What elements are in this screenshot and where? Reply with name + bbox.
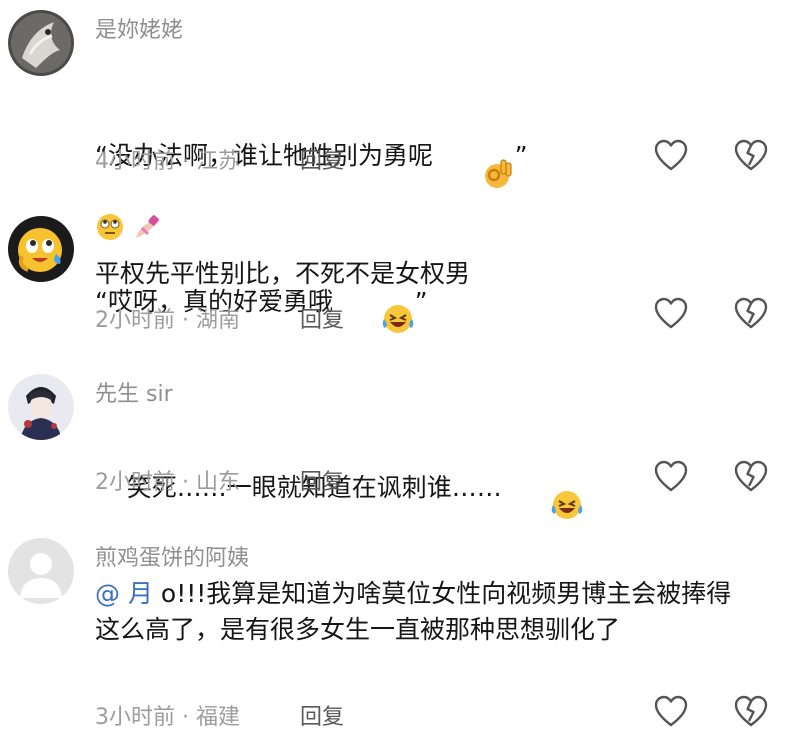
comment-location: 湖南	[195, 308, 240, 333]
username[interactable]	[95, 212, 162, 248]
nail-polish-emoji	[132, 212, 162, 248]
comment-time: 4小时前	[95, 149, 175, 174]
comment-text: @ 月 o!!!我算是知道为啥莫位女性向视频男博主会被捧得这么高了，是有很多女生…	[95, 576, 755, 648]
like-icon[interactable]	[653, 296, 689, 332]
comment-text: 平权先平性别比，不死不是女权男	[95, 259, 471, 288]
comment-location: 江苏	[195, 149, 240, 174]
comment-meta: 2小时前 · 山东	[95, 464, 240, 496]
avatar[interactable]	[8, 216, 74, 282]
reply-button[interactable]: 回复	[300, 143, 344, 175]
comment-location: 福建	[195, 705, 240, 730]
mention-link[interactable]: @ 月	[95, 579, 153, 608]
like-icon[interactable]	[653, 459, 689, 495]
laughing-tears-emoji	[502, 452, 584, 526]
comment-line: o!!!我算是知道为啥莫位女性向视频男博主会被捧得这么高了，是有很多女生一直被那…	[95, 579, 732, 644]
avatar[interactable]	[8, 374, 74, 440]
comment-time: 2小时前	[95, 308, 175, 333]
comment-time: 2小时前	[95, 470, 175, 495]
dislike-icon[interactable]	[733, 694, 769, 730]
dislike-icon[interactable]	[733, 296, 769, 332]
avatar[interactable]	[8, 10, 74, 76]
comment-time: 3小时前	[95, 705, 175, 730]
dislike-icon[interactable]	[733, 138, 769, 174]
reply-button[interactable]: 回复	[300, 464, 344, 496]
comment-item: 煎鸡蛋饼的阿姨 @ 月 o!!!我算是知道为啥莫位女性向视频男博主会被捧得这么高…	[0, 530, 785, 739]
comment-meta: 2小时前 · 湖南	[95, 302, 240, 334]
comment-meta: 4小时前 · 江苏	[95, 143, 240, 175]
comment-location: 山东	[195, 470, 240, 495]
quote-mark: ”	[514, 141, 528, 170]
username[interactable]: 先生 sir	[95, 376, 173, 408]
reply-button[interactable]: 回复	[300, 699, 344, 731]
like-icon[interactable]	[653, 138, 689, 174]
reply-button[interactable]: 回复	[300, 302, 344, 334]
username[interactable]: 煎鸡蛋饼的阿姨	[95, 540, 249, 572]
eye-roll-emoji	[95, 212, 125, 248]
meta-separator: ·	[175, 705, 196, 730]
avatar[interactable]	[8, 538, 74, 604]
comment-item: 是妳姥姥 “没办法啊，谁让牠性别为勇呢 ” “哎呀，真的好爱勇哦 ” 4小时前 …	[0, 0, 785, 333]
comment-item: 平权先平性别比，不死不是女权男 2小时前 · 湖南 回复	[0, 180, 785, 360]
meta-separator: ·	[175, 149, 196, 174]
like-icon[interactable]	[653, 694, 689, 730]
comment-item: 先生 sir 笑死……一眼就知道在讽刺谁…… 2小时前 · 山东 回复	[0, 360, 785, 530]
comment-meta: 3小时前 · 福建	[95, 699, 240, 731]
username[interactable]: 是妳姥姥	[95, 12, 183, 44]
meta-separator: ·	[175, 470, 196, 495]
dislike-icon[interactable]	[733, 459, 769, 495]
meta-separator: ·	[175, 308, 196, 333]
